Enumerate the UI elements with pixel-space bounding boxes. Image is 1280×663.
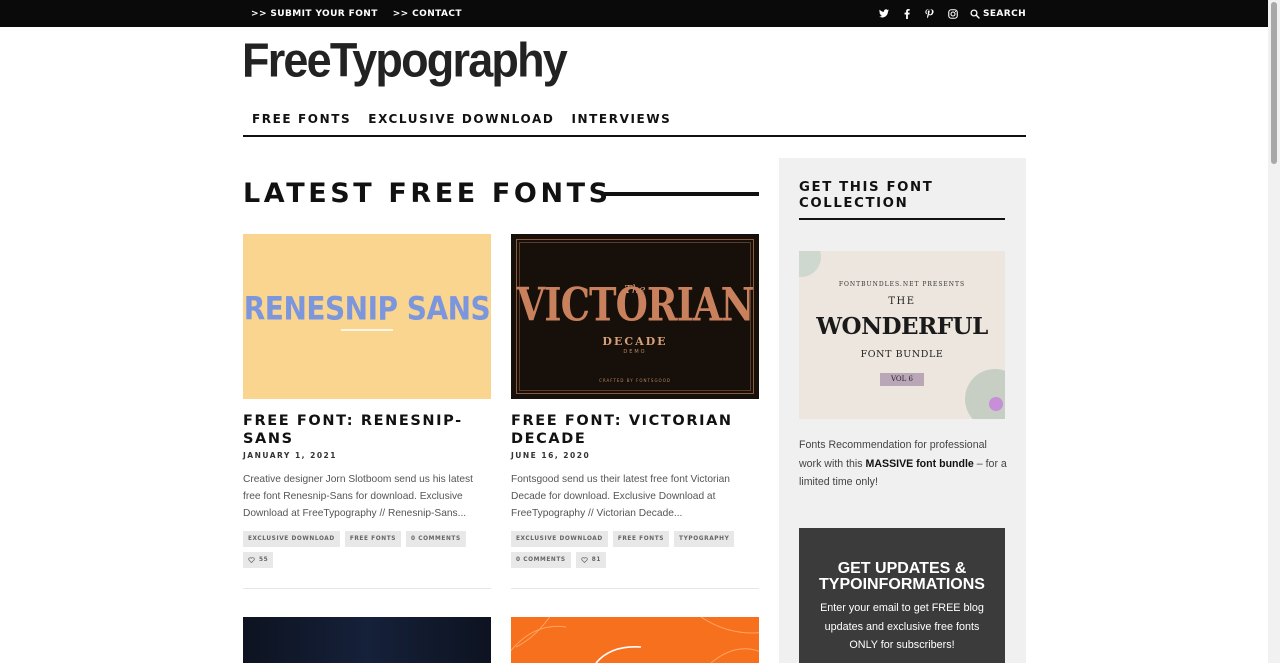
post-thumbnail[interactable] [243, 617, 491, 663]
post-title[interactable]: FREE FONT: RENESNIP-SANS [243, 412, 491, 448]
post-separator [243, 588, 491, 589]
heart-icon [248, 557, 255, 563]
post-thumbnail[interactable] [511, 617, 759, 663]
nav-divider [243, 135, 1026, 137]
ad-headline: WONDERFUL [816, 313, 988, 340]
page-scrollbar[interactable] [1268, 0, 1280, 663]
post-excerpt: Fontsgood send us their latest free font… [511, 474, 730, 519]
comments-link[interactable]: 0 COMMENTS [511, 552, 571, 568]
like-count: 55 [259, 557, 269, 563]
search-label: SEARCH [983, 8, 1027, 19]
comments-link[interactable]: 0 COMMENTS [406, 531, 466, 547]
post-date: JUNE 16, 2020 [511, 451, 591, 460]
scrollbar-thumb[interactable] [1271, 2, 1277, 164]
section-title: LATEST FREE FONTS [243, 178, 612, 209]
ad-decoration-left [799, 251, 821, 277]
sidebar-title: GET THIS FONT COLLECTION [799, 180, 934, 211]
nav-interviews[interactable]: INTERVIEWS [571, 112, 671, 126]
nav-free-fonts[interactable]: FREE FONTS [252, 112, 351, 126]
sidebar-title-rule [799, 218, 1005, 220]
tag-free-fonts[interactable]: FREE FONTS [344, 531, 402, 547]
nav-exclusive-download[interactable]: EXCLUSIVE DOWNLOAD [368, 112, 554, 126]
search-button[interactable]: SEARCH [970, 9, 1026, 19]
tag-exclusive-download[interactable]: EXCLUSIVE DOWNLOAD [243, 531, 340, 547]
post-date: JANUARY 1, 2021 [243, 451, 337, 460]
tag-typography[interactable]: TYPOGRAPHY [674, 531, 735, 547]
font-bundle-ad[interactable]: FONTBUNDLES.NET PRESENTS THE WONDERFUL F… [799, 251, 1005, 419]
thumbnail-subline [341, 329, 393, 331]
subscribe-text: Enter your email to get FREE blog update… [820, 602, 984, 651]
sidebar: GET THIS FONT COLLECTION FONTBUNDLES.NET… [779, 158, 1026, 663]
post-excerpt: Creative designer Jorn Slotboom send us … [243, 474, 473, 519]
thumbnail-credit: CRAFTED BY FONTSGOOD [599, 378, 671, 383]
heart-icon [581, 557, 588, 563]
post-title[interactable]: FREE FONT: VICTORIAN DECADE [511, 412, 759, 448]
instagram-icon[interactable] [947, 8, 958, 19]
post-separator [511, 588, 759, 589]
search-icon [970, 8, 980, 19]
ad-volume: VOL 6 [880, 373, 924, 386]
contact-link[interactable]: >> CONTACT [393, 9, 462, 19]
twitter-icon[interactable] [878, 8, 889, 19]
top-links: >> SUBMIT YOUR FONT >> CONTACT [251, 0, 462, 27]
subscribe-box: GET UPDATES & TYPOINFORMATIONS Enter you… [799, 528, 1005, 663]
pinterest-icon[interactable] [924, 8, 935, 19]
thumbnail-demo: DEMO [623, 349, 647, 355]
top-right-tools: SEARCH [878, 0, 1026, 27]
post-thumbnail[interactable]: The VICTORIAN DECADE DEMO CRAFTED BY FON… [511, 234, 759, 399]
post-tags: EXCLUSIVE DOWNLOAD FREE FONTS 0 COMMENTS… [243, 531, 491, 568]
ad-the: THE [888, 296, 916, 307]
post-card: RENESNIP SANS FREE FONT: RENESNIP-SANS J… [243, 234, 491, 589]
main-nav: FREE FONTS EXCLUSIVE DOWNLOAD INTERVIEWS [252, 112, 671, 126]
subscribe-title: GET UPDATES & TYPOINFORMATIONS [819, 560, 985, 593]
tag-exclusive-download[interactable]: EXCLUSIVE DOWNLOAD [511, 531, 608, 547]
promo-link[interactable]: MASSIVE font bundle [866, 458, 974, 470]
like-button[interactable]: 55 [243, 552, 274, 568]
thumbnail-font-sample: RENESNIP SANS [243, 289, 491, 328]
submit-font-link[interactable]: >> SUBMIT YOUR FONT [251, 9, 378, 19]
ad-decoration-right [965, 369, 1005, 419]
sidebar-promo-text: Fonts Recommendation for professional wo… [799, 436, 1009, 492]
section-title-rule [601, 192, 759, 196]
post-thumbnail[interactable]: RENESNIP SANS [243, 234, 491, 399]
post-tags: EXCLUSIVE DOWNLOAD FREE FONTS TYPOGRAPHY… [511, 531, 759, 568]
thumbnail-subtitle: DECADE [602, 335, 668, 348]
ad-sub: FONT BUNDLE [860, 349, 944, 360]
like-count: 81 [591, 557, 601, 563]
leaf-pattern [511, 617, 759, 663]
like-button[interactable]: 81 [575, 552, 606, 568]
ad-decoration-ball [989, 397, 1003, 411]
tag-free-fonts[interactable]: FREE FONTS [612, 531, 670, 547]
site-logo[interactable]: FreeTypography [242, 32, 568, 88]
post-card: The VICTORIAN DECADE DEMO CRAFTED BY FON… [511, 234, 759, 589]
top-bar: >> SUBMIT YOUR FONT >> CONTACT SEARCH [0, 0, 1280, 27]
facebook-icon[interactable] [901, 8, 912, 19]
thumbnail-font-sample: VICTORIAN [516, 276, 755, 332]
ad-arc-text: FONTBUNDLES.NET PRESENTS [838, 281, 966, 288]
